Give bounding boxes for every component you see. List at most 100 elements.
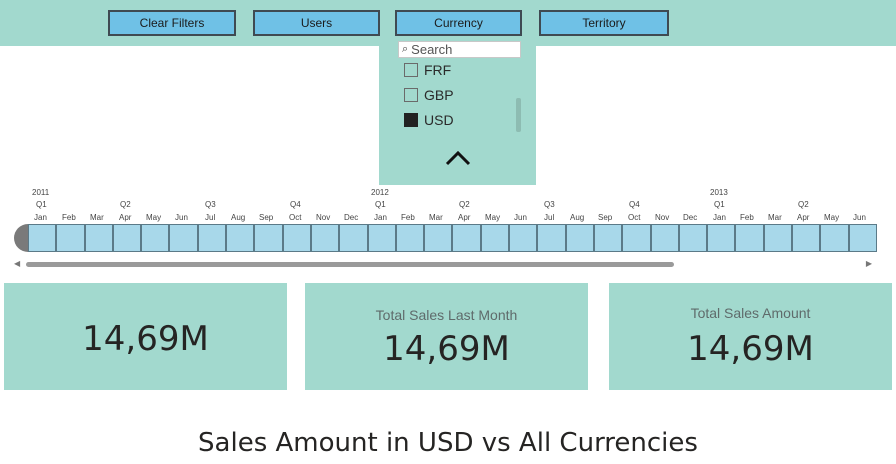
timeline-month-cell[interactable] (28, 224, 57, 252)
currency-option-gbp[interactable]: GBP (404, 86, 454, 104)
timeline-quarter-label: Q1 (375, 200, 386, 209)
timeline-month-cell[interactable] (56, 224, 85, 252)
timeline-month-label: May (485, 213, 501, 222)
timeline-month-cell[interactable] (593, 224, 623, 252)
timeline-quarter-label: Q3 (205, 200, 216, 209)
timeline-month-label: Mar (768, 213, 782, 222)
scroll-right-icon[interactable]: ▶ (866, 259, 872, 268)
timeline-month-cell[interactable] (367, 224, 396, 252)
currency-option-usd[interactable]: USD (404, 111, 454, 129)
timeline-month-label: Feb (401, 213, 415, 222)
timeline-quarter-label: Q1 (36, 200, 47, 209)
timeline-month-cell[interactable] (735, 224, 764, 252)
checkbox-icon[interactable] (404, 63, 418, 77)
kpi-title: Total Sales Amount (690, 305, 811, 321)
timeline-month-cell[interactable] (707, 224, 736, 252)
timeline-month-cell[interactable] (537, 224, 566, 252)
timeline-month-cell[interactable] (226, 224, 255, 252)
timeline-quarter-label: Q4 (290, 200, 301, 209)
timeline-month-cell[interactable] (848, 224, 877, 252)
timeline-quarter-label: Q2 (120, 200, 131, 209)
timeline-month-cell[interactable] (452, 224, 481, 252)
timeline-year-label: 2013 (710, 188, 728, 197)
scrollbar-thumb[interactable] (26, 262, 674, 267)
timeline-month-label: Sep (598, 213, 613, 222)
timeline-cells (28, 224, 877, 252)
timeline-month-cell[interactable] (424, 224, 453, 252)
timeline-slicer[interactable] (14, 224, 877, 252)
checkbox-icon[interactable] (404, 88, 418, 102)
timeline-month-label: Sep (259, 213, 274, 222)
option-label: USD (424, 112, 454, 128)
timeline-month-cell[interactable] (197, 224, 227, 252)
checkbox-checked-icon[interactable] (404, 113, 418, 127)
timeline-month-cell[interactable] (339, 224, 368, 252)
currency-option-frf[interactable]: FRF (404, 61, 451, 79)
territory-filter-button[interactable]: Territory (539, 10, 669, 36)
timeline-month-cell[interactable] (84, 224, 113, 252)
timeline-scrollbar[interactable]: ◀ ▶ (14, 258, 876, 272)
timeline-month-cell[interactable] (678, 224, 708, 252)
timeline-month-label: Jan (34, 213, 47, 222)
kpi-card-last-month: Total Sales Last Month 14,69M (305, 283, 588, 390)
timeline-month-label: Dec (683, 213, 698, 222)
kpi-card-sales: 14,69M (4, 283, 287, 390)
kpi-value: 14,69M (82, 319, 209, 359)
timeline-month-label: May (824, 213, 840, 222)
timeline-quarter-label: Q3 (544, 200, 555, 209)
timeline-month-label: Apr (119, 213, 132, 222)
timeline-month-cell[interactable] (169, 224, 198, 252)
timeline-month-label: May (146, 213, 162, 222)
currency-filter-button[interactable]: Currency (395, 10, 522, 36)
search-placeholder: Search (411, 42, 453, 57)
timeline-month-cell[interactable] (282, 224, 311, 252)
timeline-quarter-label: Q2 (798, 200, 809, 209)
chevron-up-icon[interactable] (443, 148, 473, 168)
timeline-month-cell[interactable] (254, 224, 283, 252)
scroll-left-icon[interactable]: ◀ (14, 259, 20, 268)
timeline-month-label: Aug (570, 213, 585, 222)
timeline-month-cell[interactable] (650, 224, 679, 252)
currency-search-input[interactable]: ⌕ Search (398, 41, 521, 58)
timeline-month-cell[interactable] (310, 224, 340, 252)
timeline-month-cell[interactable] (820, 224, 849, 252)
timeline-month-label: Apr (458, 213, 471, 222)
kpi-value: 14,69M (383, 329, 510, 369)
timeline-month-label: Nov (655, 213, 670, 222)
timeline-month-label: Aug (231, 213, 246, 222)
timeline-month-label: Feb (62, 213, 76, 222)
timeline-month-label: Jun (514, 213, 527, 222)
clear-filters-button[interactable]: Clear Filters (108, 10, 236, 36)
dropdown-scrollbar[interactable] (516, 98, 521, 132)
timeline-month-cell[interactable] (509, 224, 538, 252)
kpi-value: 14,69M (687, 329, 814, 369)
timeline-month-cell[interactable] (480, 224, 510, 252)
timeline-month-label: Oct (289, 213, 302, 222)
users-filter-button[interactable]: Users (253, 10, 380, 36)
kpi-title: Total Sales Last Month (375, 307, 518, 323)
timeline-month-cell[interactable] (112, 224, 142, 252)
timeline-month-label: Oct (628, 213, 641, 222)
timeline-month-label: Jan (713, 213, 726, 222)
search-icon: ⌕ (402, 43, 409, 55)
timeline-month-label: Apr (797, 213, 810, 222)
currency-dropdown: ⌕ Search FRF GBP USD (379, 40, 536, 185)
timeline-month-label: Dec (344, 213, 359, 222)
timeline-month-cell[interactable] (395, 224, 425, 252)
timeline-month-cell[interactable] (792, 224, 821, 252)
timeline-month-label: Mar (429, 213, 443, 222)
timeline-month-cell[interactable] (565, 224, 594, 252)
timeline-month-cell[interactable] (763, 224, 793, 252)
timeline-month-label: Jun (175, 213, 188, 222)
timeline-month-label: Feb (740, 213, 754, 222)
timeline-month-label: Jul (544, 213, 555, 222)
option-label: FRF (424, 62, 452, 78)
timeline-month-cell[interactable] (622, 224, 651, 252)
chart-title: Sales Amount in USD vs All Currencies (198, 428, 698, 458)
timeline-month-cell[interactable] (141, 224, 170, 252)
timeline-quarter-label: Q2 (459, 200, 470, 209)
timeline-year-label: 2012 (371, 188, 389, 197)
timeline-month-label: Jun (853, 213, 866, 222)
timeline-quarter-label: Q4 (629, 200, 640, 209)
timeline-month-label: Jul (205, 213, 216, 222)
